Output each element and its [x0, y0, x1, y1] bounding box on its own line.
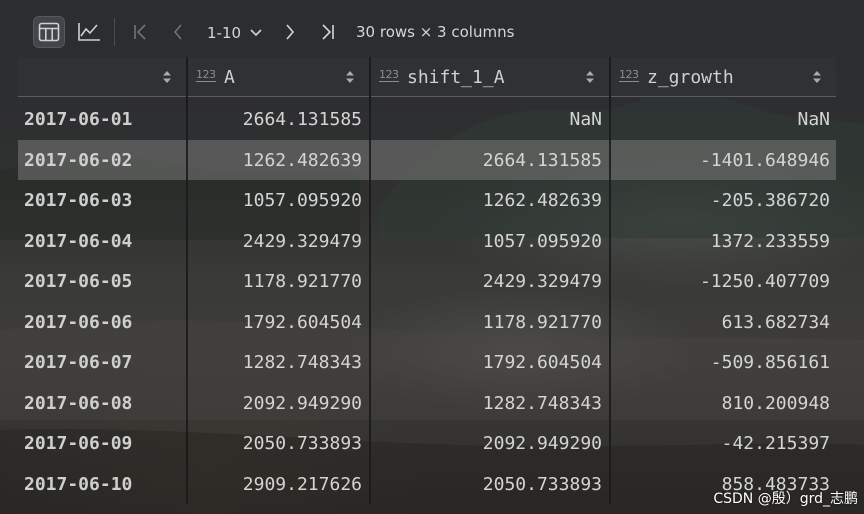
cell-z-growth: -509.856161	[710, 352, 830, 373]
column-header-z-growth[interactable]: 123 z_growth	[611, 57, 836, 97]
first-page-icon	[134, 24, 146, 40]
table-row[interactable]: 2017-06-03 1057.095920 1262.482639 -205.…	[18, 180, 836, 221]
cell-z-growth: 810.200948	[721, 392, 830, 414]
first-page-button[interactable]	[128, 20, 152, 44]
row-index: 2017-06-05	[24, 271, 133, 292]
cell-a: 1282.748343	[242, 352, 362, 373]
column-header-shift-1-a[interactable]: 123 shift_1_A	[371, 57, 609, 97]
cell-a: 2664.131585	[242, 109, 362, 130]
cell-shift-1-a: 2429.329479	[482, 271, 602, 292]
cell-z-growth: 613.682734	[721, 311, 830, 333]
table-view-button[interactable]	[33, 16, 65, 48]
toolbar-divider	[114, 18, 115, 46]
cell-a: 2092.949290	[242, 392, 362, 414]
column-name: A	[224, 67, 235, 88]
numeric-type-badge: 123	[196, 68, 216, 82]
cell-z-growth: -1250.407709	[699, 271, 830, 292]
table-row[interactable]: 2017-06-08 2092.949290 1282.748343 810.2…	[18, 383, 836, 424]
numeric-type-badge: 123	[379, 68, 399, 82]
table-row[interactable]: 2017-06-09 2050.733893 2092.949290 -42.2…	[18, 423, 836, 464]
row-index: 2017-06-09	[24, 433, 133, 454]
chevron-right-icon	[286, 24, 295, 40]
table-row[interactable]: 2017-06-02 1262.482639 2664.131585 -1401…	[18, 139, 836, 180]
cell-a: 1262.482639	[242, 149, 362, 171]
cell-a: 2429.329479	[242, 230, 362, 252]
column-divider[interactable]	[369, 57, 371, 504]
row-index: 2017-06-06	[24, 311, 133, 333]
table-row[interactable]: 2017-06-06 1792.604504 1178.921770 613.6…	[18, 302, 836, 343]
cell-a: 1057.095920	[242, 190, 362, 211]
row-column-count: 30 rows × 3 columns	[356, 23, 515, 41]
cell-z-growth: -42.215397	[721, 433, 830, 454]
line-chart-icon	[78, 23, 100, 41]
next-page-button[interactable]	[278, 20, 302, 44]
table-row[interactable]: 2017-06-07 1282.748343 1792.604504 -509.…	[18, 342, 836, 383]
table-toolbar: 1-10 30 rows × 3 columns	[0, 0, 864, 64]
row-index: 2017-06-07	[24, 352, 133, 373]
cell-a: 1792.604504	[242, 311, 362, 333]
cell-shift-1-a: NaN	[569, 109, 602, 130]
cell-z-growth: 1372.233559	[710, 230, 830, 252]
chevron-left-icon	[173, 24, 182, 40]
cell-shift-1-a: 1282.748343	[482, 392, 602, 414]
column-name: shift_1_A	[407, 67, 505, 88]
column-divider[interactable]	[609, 57, 611, 504]
sort-icon	[163, 71, 171, 83]
row-index: 2017-06-02	[24, 149, 133, 171]
chevron-down-icon	[250, 29, 262, 37]
sort-icon	[346, 71, 354, 83]
sort-icon	[813, 71, 821, 83]
cell-a: 1178.921770	[242, 271, 362, 292]
index-column-header[interactable]	[18, 57, 186, 97]
row-index: 2017-06-10	[24, 473, 133, 495]
last-page-icon	[322, 24, 334, 40]
row-index: 2017-06-03	[24, 190, 133, 211]
cell-shift-1-a: 2050.733893	[482, 473, 602, 495]
row-index: 2017-06-01	[24, 109, 133, 130]
cell-z-growth: NaN	[797, 109, 830, 130]
sort-icon	[586, 71, 594, 83]
cell-z-growth: -205.386720	[710, 190, 830, 211]
page-range-dropdown[interactable]: 1-10	[207, 22, 263, 44]
cell-a: 2909.217626	[242, 473, 362, 495]
table-row[interactable]: 2017-06-05 1178.921770 2429.329479 -1250…	[18, 261, 836, 302]
cell-a: 2050.733893	[242, 433, 362, 454]
row-index: 2017-06-04	[24, 230, 133, 252]
numeric-type-badge: 123	[619, 68, 639, 82]
prev-page-button[interactable]	[166, 20, 190, 44]
column-divider[interactable]	[186, 57, 188, 504]
cell-shift-1-a: 1057.095920	[482, 230, 602, 252]
column-name: z_growth	[647, 67, 734, 88]
table-icon	[38, 22, 60, 42]
cell-shift-1-a: 2664.131585	[482, 149, 602, 171]
table-row[interactable]: 2017-06-04 2429.329479 1057.095920 1372.…	[18, 221, 836, 262]
cell-shift-1-a: 1178.921770	[482, 311, 602, 333]
cell-z-growth: -1401.648946	[699, 149, 830, 171]
cell-shift-1-a: 1792.604504	[482, 352, 602, 373]
last-page-button[interactable]	[316, 20, 340, 44]
cell-shift-1-a: 2092.949290	[482, 433, 602, 454]
cell-shift-1-a: 1262.482639	[482, 190, 602, 211]
table-row[interactable]: 2017-06-01 2664.131585 NaN NaN	[18, 99, 836, 140]
watermark-text: CSDN @殷）grd_志鹏	[713, 491, 858, 507]
column-header-a[interactable]: 123 A	[188, 57, 369, 97]
row-index: 2017-06-08	[24, 392, 133, 414]
page-range-label: 1-10	[207, 24, 242, 42]
chart-view-button[interactable]	[73, 16, 105, 48]
